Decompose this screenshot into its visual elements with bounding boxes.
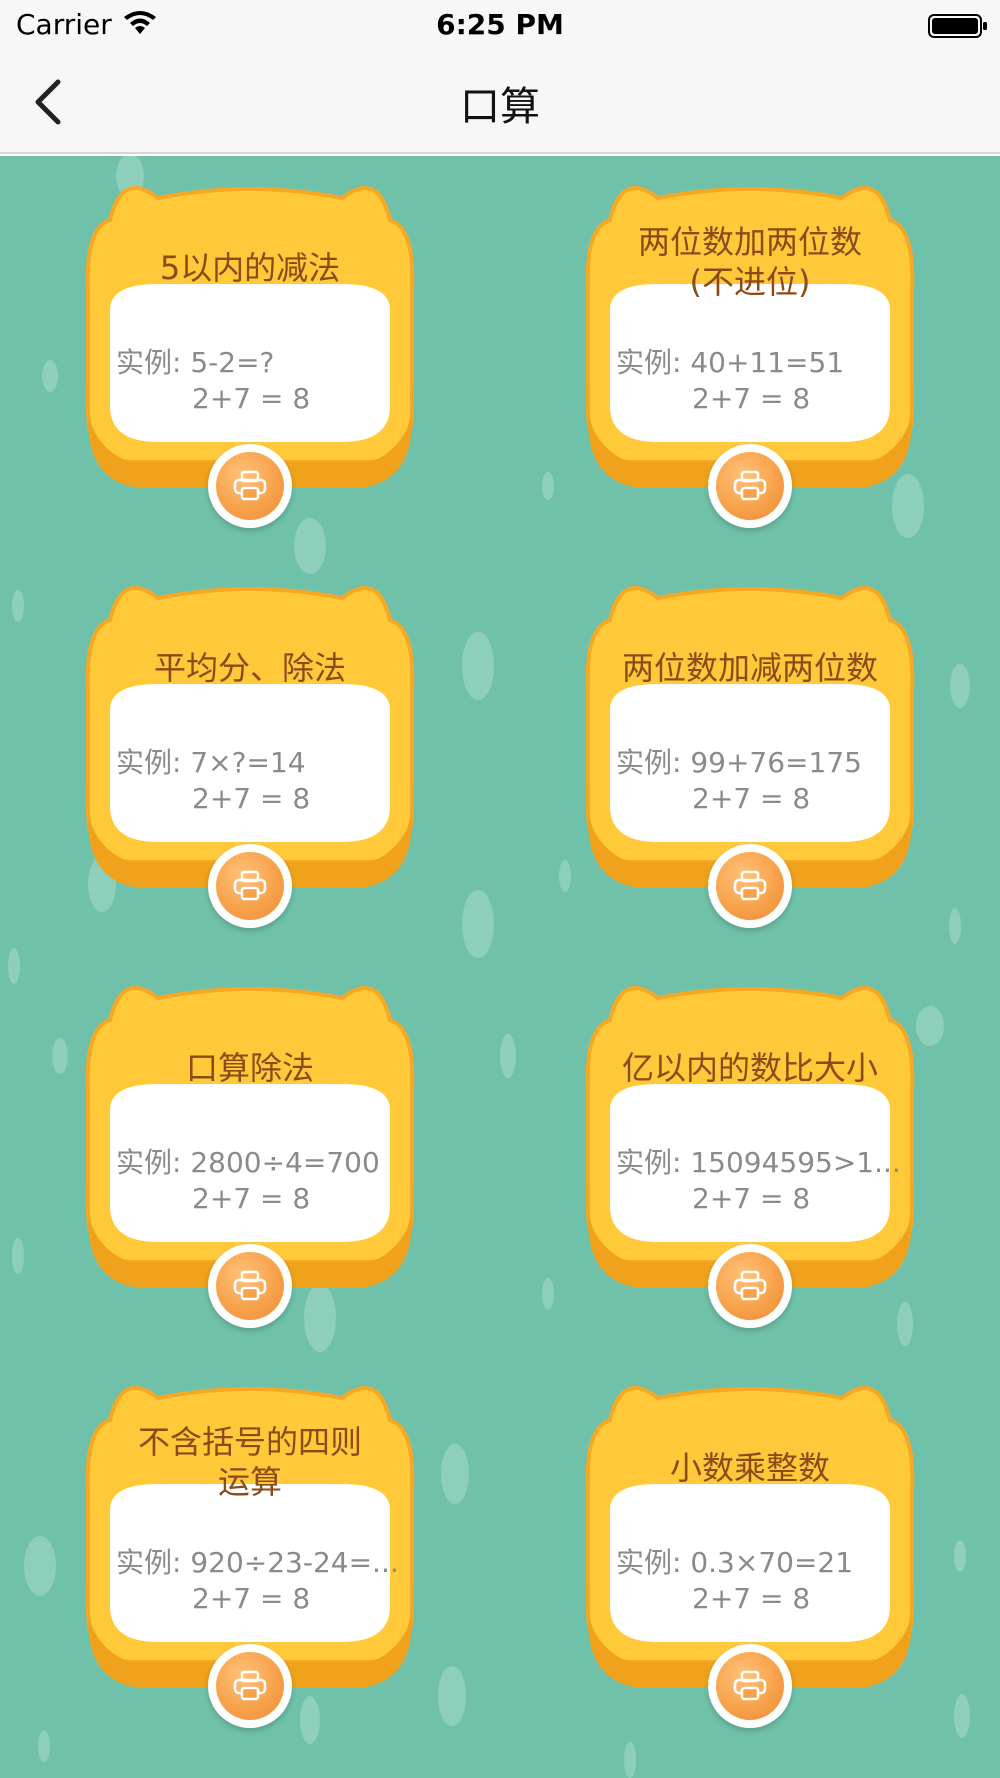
card-formula: 2+7 = 8: [692, 782, 811, 815]
printer-icon: [733, 870, 767, 901]
card-subtraction-within-5[interactable]: 5以内的减法 实例: 5-2=? 2+7 = 8: [40, 170, 460, 550]
card-formula: 2+7 = 8: [692, 382, 811, 415]
card-title: 两位数加减两位数: [621, 649, 878, 687]
card-two-digit-addition[interactable]: 两位数加两位数 (不进位) 实例: 40+11=51 2+7 = 8: [540, 170, 960, 550]
printer-icon: [733, 1670, 767, 1701]
print-button[interactable]: [708, 1644, 792, 1728]
card-example: 实例: 99+76=175: [616, 746, 862, 779]
card-division[interactable]: 平均分、除法 实例: 7×?=14 2+7 = 8: [40, 570, 460, 950]
page-title: 口算: [460, 84, 540, 130]
card-example: 实例: 40+11=51: [616, 346, 845, 379]
printer-icon: [233, 1270, 267, 1301]
card-title: 不含括号的四则 运算: [100, 1422, 400, 1502]
card-example: 实例: 7×?=14: [116, 746, 306, 779]
card-title: 小数乘整数: [669, 1449, 830, 1487]
card-title-line-2: (不进位): [689, 263, 811, 301]
printer-icon: [733, 470, 767, 501]
status-bar: Carrier 6:25 PM: [0, 0, 1000, 50]
card-example: 实例: 5-2=?: [116, 346, 275, 379]
card-formula: 2+7 = 8: [192, 382, 311, 415]
card-title: 平均分、除法: [153, 649, 346, 687]
print-button[interactable]: [708, 444, 792, 528]
card-example: 实例: 0.3×70=21: [616, 1546, 854, 1579]
card-title: 5以内的减法: [159, 249, 341, 287]
card-example: 实例: 2800÷4=700: [116, 1146, 380, 1179]
card-four-operations[interactable]: 不含括号的四则 运算 实例: 920÷23-24=... 2+7 = 8: [40, 1370, 460, 1750]
card-title-line-2: 运算: [217, 1463, 282, 1501]
card-title: 口算除法: [185, 1049, 314, 1087]
card-formula: 2+7 = 8: [692, 1182, 811, 1215]
print-button[interactable]: [208, 444, 292, 528]
print-button[interactable]: [208, 844, 292, 928]
card-two-digit-add-subtract[interactable]: 两位数加减两位数 实例: 99+76=175 2+7 = 8: [540, 570, 960, 950]
print-button[interactable]: [208, 1644, 292, 1728]
card-title: 亿以内的数比大小: [621, 1049, 878, 1087]
card-formula: 2+7 = 8: [192, 1582, 311, 1615]
card-title-line-1: 两位数加两位数: [637, 223, 862, 261]
card-example: 实例: 920÷23-24=...: [116, 1546, 399, 1579]
print-button[interactable]: [708, 844, 792, 928]
card-grid: 5以内的减法 实例: 5-2=? 2+7 = 8 两位数加两位数 (不进位) 实…: [0, 156, 1000, 1778]
printer-icon: [733, 1270, 767, 1301]
print-button[interactable]: [708, 1244, 792, 1328]
card-example: 实例: 15094595>1...: [616, 1146, 901, 1179]
card-mental-division[interactable]: 口算除法 实例: 2800÷4=700 2+7 = 8: [40, 970, 460, 1350]
card-compare-numbers[interactable]: 亿以内的数比大小 实例: 15094595>1... 2+7 = 8: [540, 970, 960, 1350]
printer-icon: [233, 470, 267, 501]
navigation-bar: 口算: [0, 50, 1000, 154]
card-formula: 2+7 = 8: [692, 1582, 811, 1615]
printer-icon: [233, 870, 267, 901]
printer-icon: [233, 1670, 267, 1701]
status-time: 6:25 PM: [436, 8, 564, 41]
card-title: 两位数加两位数 (不进位): [600, 222, 900, 302]
card-formula: 2+7 = 8: [192, 1182, 311, 1215]
card-decimal-times-integer[interactable]: 小数乘整数 实例: 0.3×70=21 2+7 = 8: [540, 1370, 960, 1750]
card-title-line-1: 不含括号的四则: [137, 1423, 362, 1461]
print-button[interactable]: [208, 1244, 292, 1328]
battery-icon: [928, 14, 987, 38]
card-formula: 2+7 = 8: [192, 782, 311, 815]
